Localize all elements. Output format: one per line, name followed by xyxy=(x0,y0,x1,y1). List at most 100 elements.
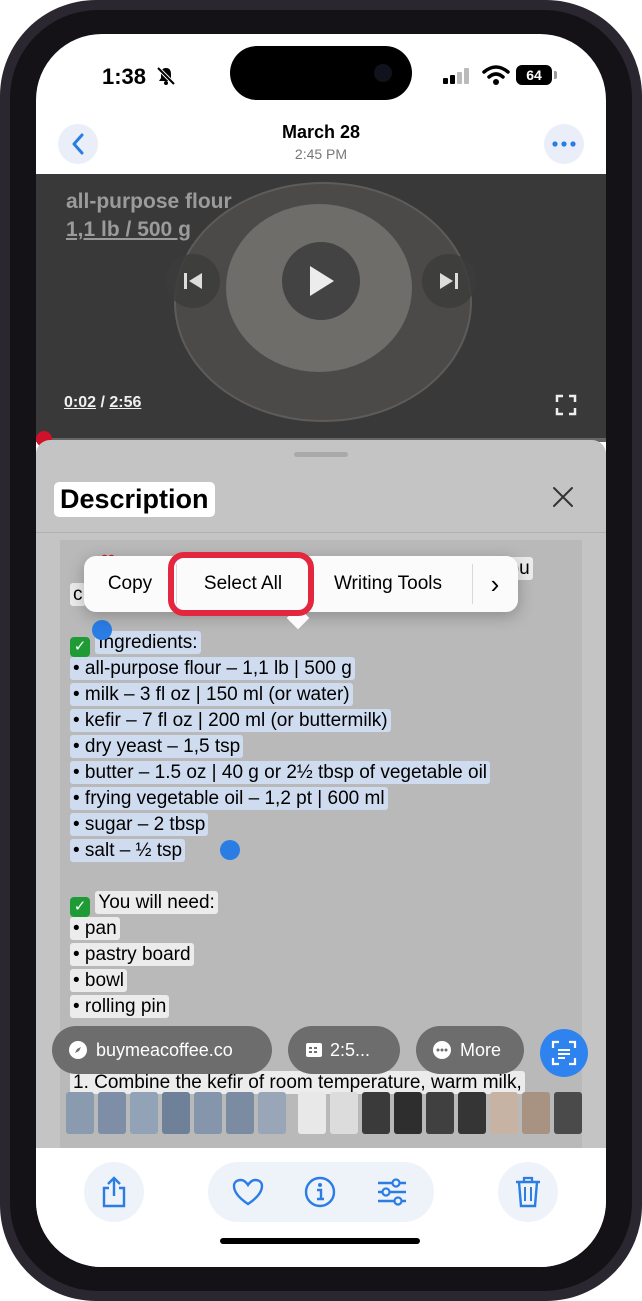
description-content[interactable]: ❤ you c ✓ Ingredients: • all-purpose flo… xyxy=(60,540,582,1182)
skip-forward-icon xyxy=(440,273,458,289)
cellular-signal-icon xyxy=(443,68,469,84)
live-text-button[interactable] xyxy=(540,1029,588,1077)
video-player[interactable]: all-purpose flour 1,1 lb / 500 g 0:02 / … xyxy=(36,174,606,442)
play-button[interactable] xyxy=(282,242,360,320)
ingredient-item: • kefir – 7 fl oz | 200 ml (or buttermil… xyxy=(70,709,391,732)
thumbnail[interactable] xyxy=(458,1092,486,1134)
thumbnail[interactable] xyxy=(426,1092,454,1134)
calculator-icon xyxy=(306,1043,322,1057)
dynamic-island xyxy=(230,46,412,100)
sheet-grabber[interactable] xyxy=(294,452,348,457)
ingredient-item: • butter – 1.5 oz | 40 g or 2½ tbsp of v… xyxy=(70,761,491,784)
header: March 28 2:45 PM xyxy=(36,114,606,174)
video-time-separator: / xyxy=(96,394,110,411)
selection-start-handle[interactable] xyxy=(92,620,112,640)
action-group xyxy=(208,1162,434,1222)
more-pill[interactable]: More xyxy=(416,1026,524,1074)
thumbnail[interactable] xyxy=(490,1092,518,1134)
menu-next-button[interactable]: › xyxy=(472,556,518,612)
close-icon[interactable] xyxy=(552,486,574,508)
writing-tools-menu-item[interactable]: Writing Tools xyxy=(310,556,466,612)
thumbnail[interactable] xyxy=(298,1092,326,1134)
thumbnail-strip[interactable] xyxy=(66,1092,582,1136)
silent-bell-icon xyxy=(156,66,176,86)
ingredient-item: • frying vegetable oil – 1,2 pt | 600 ml xyxy=(70,787,388,810)
video-current-time: 0:02 xyxy=(64,394,97,411)
delete-button[interactable] xyxy=(498,1162,558,1222)
thumbnail[interactable] xyxy=(522,1092,550,1134)
page-title: March 28 xyxy=(281,122,361,142)
volume-down-button xyxy=(2,444,8,532)
copy-menu-item[interactable]: Copy xyxy=(84,556,176,612)
info-icon xyxy=(304,1176,336,1208)
video-caption-line2: 1,1 lb / 500 g xyxy=(66,218,191,241)
need-header: ✓ You will need: xyxy=(70,891,218,917)
share-button[interactable] xyxy=(84,1162,144,1222)
heart-icon xyxy=(232,1178,264,1206)
thumbnail[interactable] xyxy=(66,1092,94,1134)
sheet-divider xyxy=(36,532,606,533)
favorite-button[interactable] xyxy=(232,1176,264,1208)
thumbnail[interactable] xyxy=(162,1092,190,1134)
status-time: 1:38 xyxy=(102,64,147,89)
step-line: 1. Combine the kefir of room temperature… xyxy=(70,1071,525,1094)
play-icon xyxy=(310,266,334,296)
ingredients-header: ✓ Ingredients: xyxy=(70,631,201,657)
check-mark-icon: ✓ xyxy=(70,637,90,657)
compass-icon xyxy=(69,1041,87,1059)
skip-back-button[interactable] xyxy=(166,254,220,308)
ingredient-item: • salt – ½ tsp xyxy=(70,839,186,862)
thumbnail[interactable] xyxy=(394,1092,422,1134)
action-button xyxy=(2,250,8,298)
skip-back-icon xyxy=(184,273,202,289)
battery-indicator: 64 xyxy=(516,65,552,85)
more-circle-icon xyxy=(433,1041,451,1059)
video-time: 0:02 / 2:56 xyxy=(64,394,141,412)
thumbnail[interactable] xyxy=(362,1092,390,1134)
thumbnail[interactable] xyxy=(226,1092,254,1134)
volume-up-button xyxy=(2,340,8,428)
ingredient-item: • sugar – 2 tbsp xyxy=(70,813,209,836)
wifi-icon xyxy=(482,65,510,85)
link-pill[interactable]: buymeacoffee.co xyxy=(52,1026,272,1074)
description-title: Description xyxy=(54,482,215,517)
status-bar: 1:38 64 xyxy=(36,34,606,114)
select-all-highlight-box xyxy=(168,552,314,616)
need-item: • pan xyxy=(70,917,120,940)
trash-icon xyxy=(516,1176,540,1208)
need-item: • pastry board xyxy=(70,943,194,966)
thumbnail[interactable] xyxy=(130,1092,158,1134)
check-mark-icon: ✓ xyxy=(70,897,90,917)
thumbnail[interactable] xyxy=(330,1092,358,1134)
more-pill-label: More xyxy=(460,1039,502,1060)
ingredient-item: • milk – 3 fl oz | 150 ml (or water) xyxy=(70,683,353,706)
more-options-button[interactable] xyxy=(544,124,584,164)
video-duration: 2:56 xyxy=(109,394,142,411)
time-pill[interactable]: 2:5... xyxy=(288,1026,400,1074)
thumbnail[interactable] xyxy=(258,1092,286,1134)
page-subtitle: 2:45 PM xyxy=(294,146,348,162)
battery-tip xyxy=(554,71,557,79)
link-pill-label: buymeacoffee.co xyxy=(96,1039,233,1060)
info-button[interactable] xyxy=(304,1176,336,1208)
thumbnail[interactable] xyxy=(194,1092,222,1134)
ingredient-item: • all-purpose flour – 1,1 lb | 500 g xyxy=(70,657,355,680)
bottom-toolbar xyxy=(36,1148,606,1267)
thumbnail[interactable] xyxy=(554,1092,582,1134)
live-text-icon xyxy=(551,1040,577,1066)
home-indicator[interactable] xyxy=(220,1238,420,1244)
side-button xyxy=(634,408,640,538)
ingredient-item: • dry yeast – 1,5 tsp xyxy=(70,735,244,758)
adjust-button[interactable] xyxy=(376,1176,408,1208)
time-pill-label: 2:5... xyxy=(330,1039,371,1060)
share-icon xyxy=(102,1176,126,1208)
screen: 1:38 64 March 28 2:45 PM all-purpose flo… xyxy=(36,34,606,1267)
sliders-icon xyxy=(378,1178,406,1206)
video-caption-line1: all-purpose flour xyxy=(66,190,232,213)
fullscreen-icon[interactable] xyxy=(555,394,577,416)
ellipsis-icon xyxy=(552,141,576,147)
thumbnail[interactable] xyxy=(98,1092,126,1134)
need-item: • bowl xyxy=(70,969,128,992)
selection-end-handle[interactable] xyxy=(220,840,240,860)
skip-forward-button[interactable] xyxy=(422,254,476,308)
